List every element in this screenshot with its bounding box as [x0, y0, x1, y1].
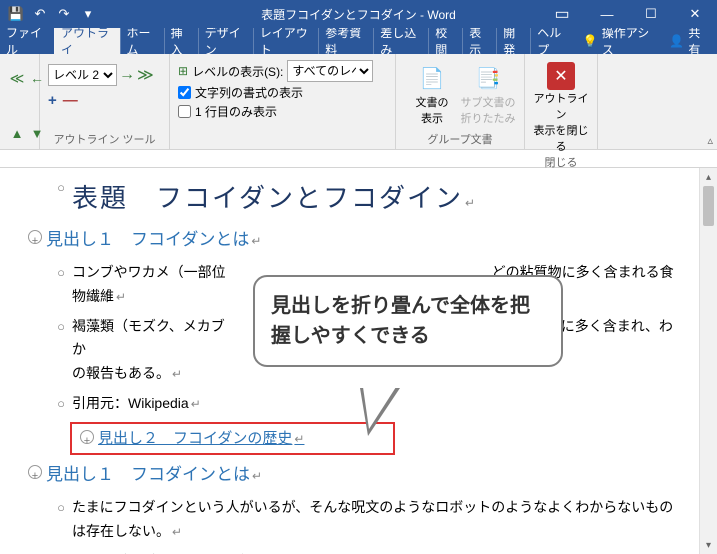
expand-node-icon[interactable]: +: [80, 430, 94, 444]
first-line-only-checkbox[interactable]: [178, 105, 191, 118]
show-level-icon: ⊞: [178, 64, 188, 78]
redo-icon[interactable]: ↷: [54, 4, 74, 24]
tab-outline[interactable]: アウトライ: [54, 28, 120, 54]
minimize-button[interactable]: —: [585, 0, 629, 28]
group-label-master: グループ文書: [404, 131, 516, 149]
body-bullet-icon: ○: [50, 550, 72, 554]
tab-developer[interactable]: 開発: [496, 28, 530, 54]
doc-title[interactable]: 表題 フコイダンとフコダイン: [72, 176, 675, 220]
maximize-button[interactable]: ☐: [629, 0, 673, 28]
show-formatting-checkbox[interactable]: [178, 86, 191, 99]
group-label-outline-tools: アウトライン ツール: [48, 131, 161, 149]
heading1[interactable]: 見出し１ フコダインとは: [46, 461, 675, 490]
tab-view[interactable]: 表示: [462, 28, 496, 54]
body-para[interactable]: たまにフコダインという人がいるが、そんな呪文のようなロボットのようなよくわからな…: [72, 496, 675, 544]
vertical-scrollbar[interactable]: ▴ ▾: [699, 168, 717, 554]
tell-me-input[interactable]: 操作アシス: [602, 24, 652, 58]
expand-node-icon[interactable]: +: [28, 230, 42, 244]
tab-home[interactable]: ホーム: [120, 28, 164, 54]
body-bullet-icon: ○: [50, 392, 72, 411]
undo-icon[interactable]: ↶: [30, 4, 50, 24]
body-para[interactable]: フコイダンがいつの間にか誤ってそう呼ばれるようになったのである: [72, 550, 675, 554]
ribbon-display-options-icon[interactable]: ▭: [547, 0, 577, 28]
annotation-callout: 見出しを折り畳んで全体を把握しやすくできる: [253, 275, 563, 367]
heading2[interactable]: 見出し２ フコイダンの歴史: [98, 426, 389, 452]
body-bullet-icon: ○: [50, 176, 72, 195]
body-bullet-icon: ○: [50, 261, 72, 280]
document-icon: 📄: [416, 62, 448, 94]
outline-level-select[interactable]: レベル 2: [48, 64, 117, 86]
tab-help[interactable]: ヘルプ: [530, 28, 575, 54]
show-level-select[interactable]: すべてのレベル: [287, 60, 373, 82]
show-level-label: レベルの表示(S):: [192, 63, 283, 80]
promote-to-heading1-icon[interactable]: ≪: [8, 64, 26, 92]
show-formatting-label: 文字列の書式の表示: [195, 84, 303, 101]
lightbulb-icon: 💡: [583, 34, 598, 48]
tab-layout[interactable]: レイアウト: [253, 28, 319, 54]
save-icon[interactable]: 💾: [6, 4, 26, 24]
share-icon: 👤: [669, 34, 684, 48]
scroll-thumb[interactable]: [703, 186, 714, 226]
expand-node-icon[interactable]: +: [28, 465, 42, 479]
tab-review[interactable]: 校閲: [428, 28, 462, 54]
close-button[interactable]: ✕: [673, 0, 717, 28]
move-up-icon[interactable]: ▲: [8, 126, 26, 141]
tab-design[interactable]: デザイン: [198, 28, 253, 54]
collapse-subdocs-button: 📑 サブ文書の 折りたたみ: [460, 58, 516, 126]
share-button[interactable]: 共有: [688, 24, 707, 58]
qat-more-icon[interactable]: ▾: [78, 4, 98, 24]
demote-to-body-icon[interactable]: ≫: [137, 65, 154, 85]
window-title: 表題フコイダンとフコダイン - Word: [261, 6, 456, 23]
tab-file[interactable]: ファイル: [0, 28, 54, 54]
body-bullet-icon: ○: [50, 496, 72, 515]
tab-references[interactable]: 参考資料: [318, 28, 373, 54]
scroll-up-icon[interactable]: ▴: [700, 168, 717, 186]
body-bullet-icon: ○: [50, 315, 72, 334]
ruler: [0, 150, 717, 168]
scroll-down-icon[interactable]: ▾: [700, 536, 717, 554]
collapse-icon[interactable]: —: [63, 92, 78, 109]
tab-insert[interactable]: 挿入: [164, 28, 198, 54]
first-line-only-label: 1 行目のみ表示: [195, 103, 277, 120]
subdoc-icon: 📑: [472, 62, 504, 94]
demote-icon[interactable]: →: [119, 66, 135, 84]
collapse-ribbon-icon[interactable]: ▵: [707, 134, 713, 147]
heading1[interactable]: 見出し１ フコイダンとは: [46, 226, 675, 255]
close-outline-button[interactable]: ✕ アウトライン 表示を閉じる: [533, 58, 589, 154]
expand-icon[interactable]: +: [48, 92, 57, 109]
close-outline-icon: ✕: [547, 62, 575, 90]
tab-mailings[interactable]: 差し込み: [373, 28, 428, 54]
show-document-button[interactable]: 📄 文書の 表示: [404, 58, 460, 126]
